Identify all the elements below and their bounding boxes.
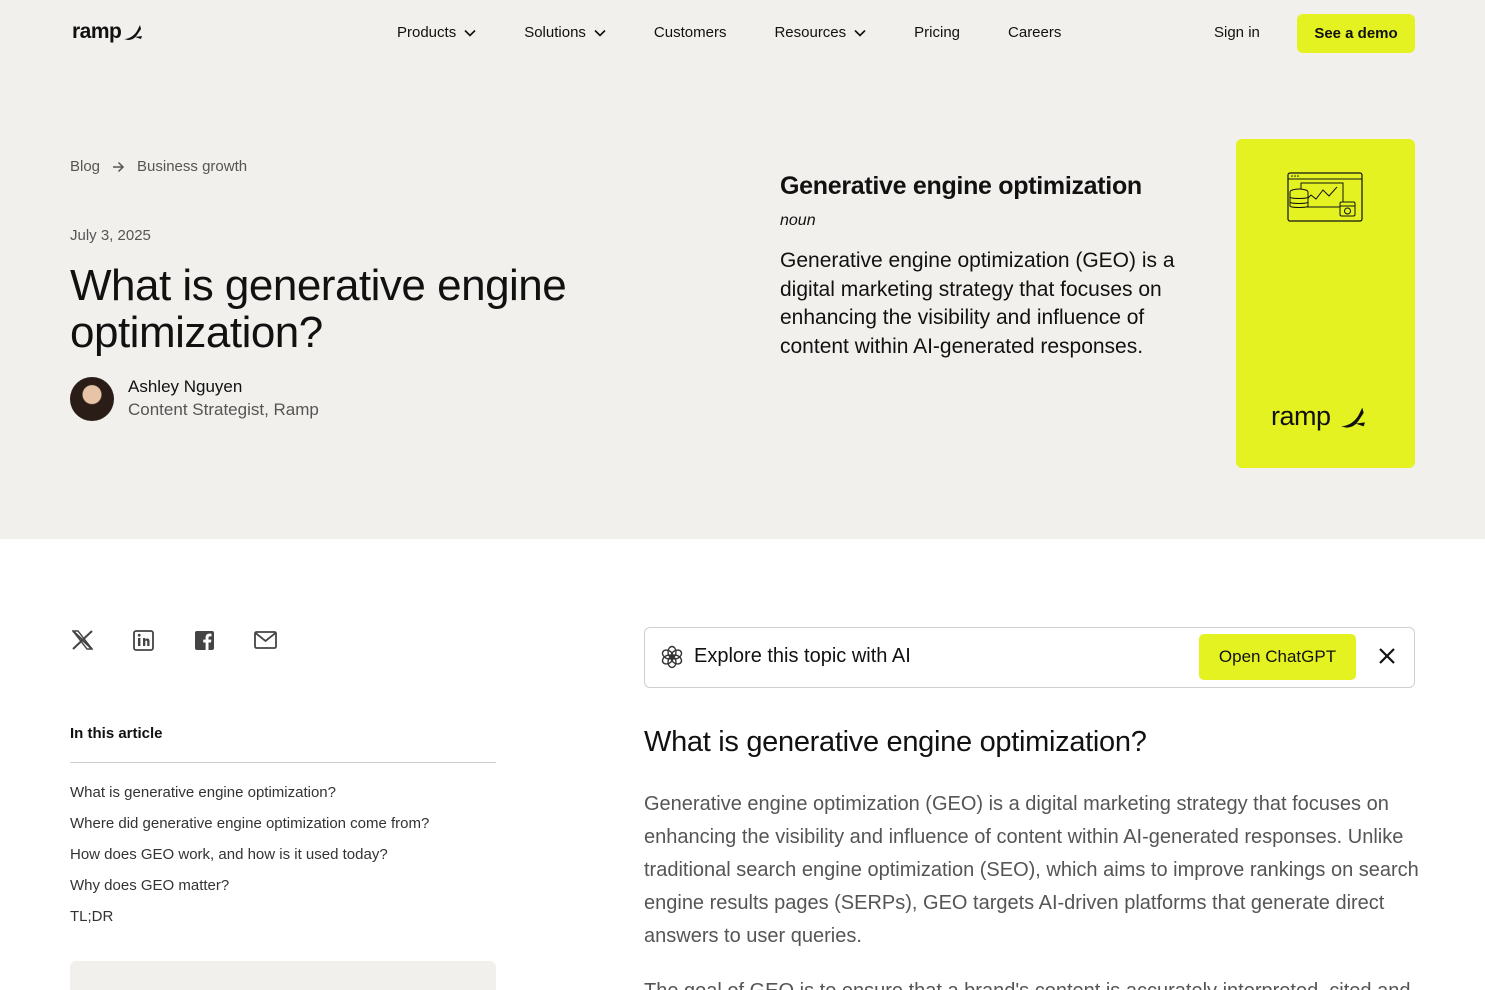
chevron-down-icon: [464, 29, 476, 37]
toc-item[interactable]: How does GEO work, and how is it used to…: [70, 845, 429, 876]
facebook-icon[interactable]: [192, 628, 216, 652]
hero-section: ramp Products Solutions Customers Resour…: [0, 0, 1485, 539]
article-title: What is generative engine optimization?: [70, 261, 567, 357]
author-role: Content Strategist, Ramp: [128, 400, 319, 419]
toc-item[interactable]: Where did generative engine optimization…: [70, 814, 429, 845]
section-paragraph: Generative engine optimization (GEO) is …: [644, 793, 1419, 947]
openai-icon: [661, 645, 683, 669]
nav-solutions-label: Solutions: [524, 24, 586, 41]
section-heading: What is generative engine optimization?: [644, 726, 1147, 758]
nav-customers-label: Customers: [653, 24, 727, 41]
ramp-wing-icon: [124, 25, 143, 40]
breadcrumb: Blog Business growth: [70, 158, 247, 175]
toc-divider: [70, 762, 496, 763]
explore-ai-box: Explore this topic with AI Open ChatGPT: [644, 627, 1415, 688]
breadcrumb-business-growth[interactable]: Business growth: [137, 158, 247, 175]
ramp-wing-icon: [1340, 407, 1365, 428]
nav-pricing-label: Pricing: [914, 24, 961, 41]
toc-item[interactable]: Why does GEO matter?: [70, 876, 429, 907]
share-icons: [70, 628, 314, 652]
toc-item[interactable]: TL;DR: [70, 907, 429, 938]
nav-products[interactable]: Products: [397, 24, 476, 41]
open-chatgpt-button[interactable]: Open ChatGPT: [1199, 634, 1356, 680]
article-date: July 3, 2025: [70, 227, 151, 244]
section-paragraph-2: The goal of GEO is to ensure that a bran…: [644, 975, 1419, 990]
dashboard-database-icon: [1287, 172, 1363, 222]
email-icon[interactable]: [253, 628, 277, 652]
explore-ai-label: Explore this topic with AI: [694, 645, 911, 667]
feature-card: ramp: [1236, 139, 1415, 468]
chevron-down-icon: [594, 29, 606, 37]
avatar: [70, 377, 114, 421]
toc-list: What is generative engine optimization? …: [70, 783, 429, 938]
definition-term: Generative engine optimization: [780, 172, 1142, 200]
nav-careers[interactable]: Careers: [1008, 24, 1061, 41]
nav-resources[interactable]: Resources: [774, 24, 866, 41]
nav-resources-label: Resources: [774, 24, 847, 41]
nav-links: Products Solutions Customers Resources P…: [397, 24, 1109, 41]
see-demo-button[interactable]: See a demo: [1297, 14, 1415, 53]
breadcrumb-blog[interactable]: Blog: [70, 158, 100, 175]
nav-careers-label: Careers: [1008, 24, 1062, 41]
definition-part-of-speech: noun: [780, 212, 816, 229]
chevron-down-icon: [854, 29, 866, 37]
card-logo-text: ramp: [1271, 401, 1331, 431]
nav-solutions[interactable]: Solutions: [524, 24, 606, 41]
toc-item[interactable]: What is generative engine optimization?: [70, 783, 429, 814]
close-icon[interactable]: [1377, 646, 1397, 666]
top-nav: ramp Products Solutions Customers Resour…: [0, 0, 1485, 68]
author-block: Ashley Nguyen Content Strategist, Ramp: [70, 376, 319, 422]
card-ramp-logo: ramp: [1271, 401, 1367, 432]
sidebar-promo-box: [70, 961, 496, 990]
x-icon[interactable]: [70, 628, 94, 652]
nav-products-label: Products: [397, 24, 457, 41]
linkedin-icon[interactable]: [131, 628, 155, 652]
sign-in-link[interactable]: Sign in: [1214, 24, 1260, 41]
author-name: Ashley Nguyen: [128, 377, 243, 396]
nav-customers[interactable]: Customers: [654, 24, 727, 41]
nav-pricing[interactable]: Pricing: [914, 24, 960, 41]
ramp-logo[interactable]: ramp: [72, 20, 143, 44]
logo-text: ramp: [72, 20, 122, 43]
definition-text: Generative engine optimization (GEO) is …: [780, 249, 1175, 358]
arrow-right-icon: [113, 161, 125, 172]
toc-title: In this article: [70, 725, 163, 742]
